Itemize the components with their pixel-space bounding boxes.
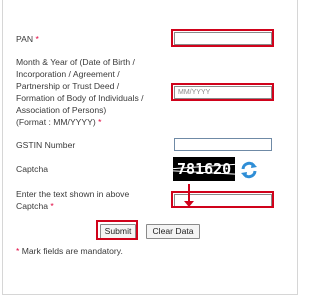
captcha-image: 781620 bbox=[173, 157, 235, 181]
mandatory-note: * Mark fields are mandatory. bbox=[16, 246, 123, 256]
required-asterisk: * bbox=[35, 34, 39, 44]
submit-button-highlight bbox=[96, 220, 138, 240]
required-asterisk: * bbox=[98, 117, 102, 127]
month-year-input-highlight bbox=[171, 83, 274, 101]
captcha-label: Captcha bbox=[16, 164, 49, 174]
clear-data-button[interactable]: Clear Data bbox=[146, 224, 200, 239]
captcha-text: 781620 bbox=[177, 160, 232, 178]
gstin-input[interactable] bbox=[174, 138, 272, 151]
captcha-input-label: Enter the text shown in above Captcha * bbox=[16, 189, 130, 211]
pan-label: PAN * bbox=[16, 34, 39, 44]
refresh-icon[interactable] bbox=[239, 160, 259, 180]
pan-input-highlight bbox=[171, 29, 274, 47]
date-label: Month & Year of (Date of Birth / Incorpo… bbox=[16, 57, 144, 127]
annotation-arrow-head bbox=[184, 201, 194, 207]
required-asterisk: * bbox=[50, 201, 54, 211]
gstin-label: GSTIN Number bbox=[16, 140, 76, 150]
